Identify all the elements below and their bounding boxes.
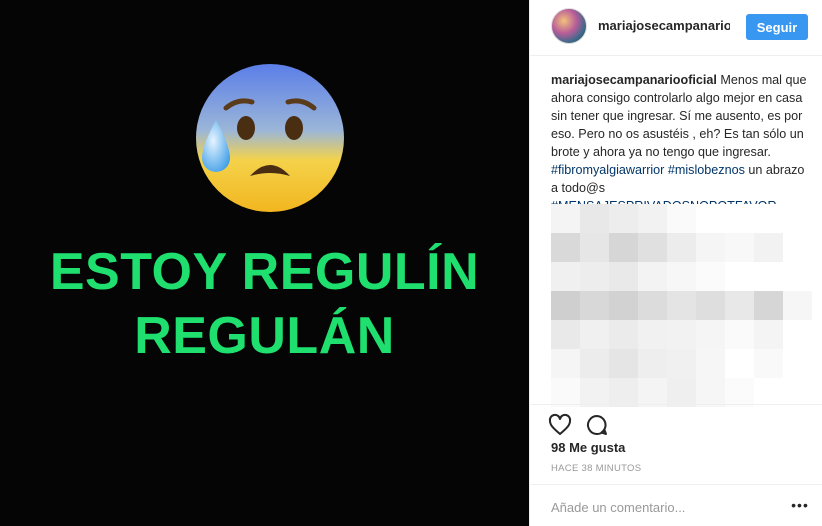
comment-author[interactable]: mariajosecampanariooficial	[551, 73, 717, 87]
post-image[interactable]: ESTOY REGULÍN REGULÁN	[0, 0, 529, 526]
blur-cell	[725, 262, 754, 291]
blur-cell	[725, 204, 754, 233]
blur-cell	[638, 204, 667, 233]
blur-cell	[609, 233, 638, 262]
blur-cell	[609, 204, 638, 233]
blur-cell	[551, 320, 580, 349]
caption-comment: mariajosecampanariooficial Menos mal que…	[551, 71, 813, 215]
blur-cell	[754, 204, 783, 233]
blur-cell	[667, 349, 696, 378]
post-timestamp[interactable]: HACE 38 MINUTOS	[551, 463, 641, 474]
blur-cell	[551, 233, 580, 262]
post-header: mariajosecampanariooficial Seguir	[530, 0, 822, 56]
blur-cell	[754, 378, 783, 407]
blur-cell	[783, 320, 812, 349]
blur-cell	[696, 378, 725, 407]
hashtag-fibromyalgiawarrior[interactable]: #fibromyalgiawarrior	[551, 163, 664, 177]
blur-cell	[783, 378, 812, 407]
blur-cell	[551, 204, 580, 233]
hashtag-mislobeznos[interactable]: #mislobeznos	[668, 163, 745, 177]
more-options-icon[interactable]: •••	[788, 493, 812, 517]
post-caption-line2: REGULÁN	[134, 307, 395, 365]
blur-cell	[667, 378, 696, 407]
blur-cell	[754, 233, 783, 262]
blur-cell	[580, 320, 609, 349]
blur-cell	[667, 262, 696, 291]
blurred-comments	[551, 204, 812, 407]
blur-cell	[638, 291, 667, 320]
blur-cell	[667, 320, 696, 349]
blur-cell	[725, 320, 754, 349]
comment-input[interactable]	[551, 497, 761, 517]
blur-cell	[667, 204, 696, 233]
blur-cell	[580, 233, 609, 262]
speech-bubble-icon[interactable]	[585, 413, 609, 437]
blur-cell	[638, 233, 667, 262]
action-bar	[530, 404, 822, 444]
blur-cell	[609, 320, 638, 349]
heart-outline-icon[interactable]	[548, 413, 572, 437]
blur-cell	[696, 204, 725, 233]
blur-cell	[667, 233, 696, 262]
blur-cell	[551, 291, 580, 320]
blur-cell	[696, 262, 725, 291]
blur-cell	[696, 291, 725, 320]
post-side-panel: mariajosecampanariooficial Seguir mariaj…	[529, 0, 822, 526]
blur-cell	[754, 320, 783, 349]
blur-cell	[551, 349, 580, 378]
blur-cell	[580, 262, 609, 291]
blur-cell	[638, 320, 667, 349]
post-caption-overlay: ESTOY REGULÍN REGULÁN	[0, 240, 529, 368]
blur-cell	[580, 204, 609, 233]
blur-cell	[667, 291, 696, 320]
avatar[interactable]	[551, 8, 587, 44]
blur-cell	[754, 291, 783, 320]
blur-cell	[609, 349, 638, 378]
blur-cell	[725, 233, 754, 262]
blur-cell	[609, 262, 638, 291]
blur-cell	[580, 291, 609, 320]
blur-cell	[638, 349, 667, 378]
add-comment-bar: •••	[530, 484, 822, 526]
anxious-face-with-sweat-icon	[196, 64, 344, 212]
blur-cell	[754, 349, 783, 378]
like-count[interactable]: 98 Me gusta	[551, 440, 625, 455]
blur-cell	[725, 378, 754, 407]
blur-cell	[638, 262, 667, 291]
blur-cell	[696, 349, 725, 378]
blur-cell	[609, 378, 638, 407]
blur-cell	[609, 291, 638, 320]
blur-cell	[638, 378, 667, 407]
blur-cell	[725, 291, 754, 320]
blur-cell	[783, 349, 812, 378]
blur-cell	[580, 349, 609, 378]
blur-cell	[696, 320, 725, 349]
post-caption-line1: ESTOY REGULÍN	[49, 243, 480, 301]
blur-cell	[551, 262, 580, 291]
header-username[interactable]: mariajosecampanariooficial	[598, 18, 730, 33]
blur-cell	[551, 378, 580, 407]
blur-cell	[783, 262, 812, 291]
blur-cell	[783, 204, 812, 233]
follow-button[interactable]: Seguir	[746, 14, 808, 40]
blur-cell	[783, 291, 812, 320]
blur-cell	[754, 262, 783, 291]
blur-cell	[725, 349, 754, 378]
blur-cell	[580, 378, 609, 407]
blur-cell	[783, 233, 812, 262]
blur-cell	[696, 233, 725, 262]
